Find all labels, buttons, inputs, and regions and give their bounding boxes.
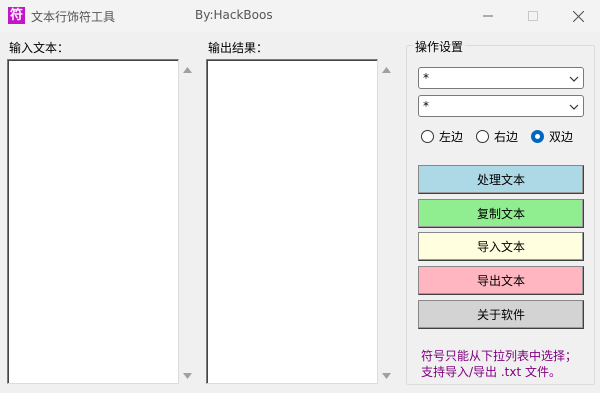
- radio-both-circle[interactable]: [531, 129, 544, 143]
- scroll-up-icon[interactable]: [179, 61, 196, 78]
- window-title: 文本行饰符工具: [31, 10, 116, 24]
- scroll-up-icon[interactable]: [378, 61, 395, 78]
- scroll-down-icon[interactable]: [179, 367, 196, 384]
- radio-left-circle[interactable]: [421, 129, 434, 143]
- symbol-select-2[interactable]: *: [418, 95, 584, 117]
- maximize-button[interactable]: [510, 0, 556, 32]
- radio-both-label: 双边: [549, 129, 574, 144]
- export-text-button[interactable]: 导出文本: [418, 266, 584, 295]
- symbol-select-2-value: *: [423, 99, 429, 113]
- chevron-down-icon: [569, 73, 579, 87]
- maximize-icon: [528, 11, 538, 21]
- hint-text-line2: 支持导入/导出 .txt 文件。: [421, 365, 561, 379]
- author-credit: By:HackBoos: [195, 8, 273, 22]
- close-icon: [572, 10, 584, 22]
- output-result-label: 输出结果：: [208, 41, 269, 55]
- minimize-button[interactable]: [465, 0, 511, 32]
- symbol-select-1-value: *: [423, 71, 429, 85]
- input-text-label: 输入文本：: [9, 41, 70, 55]
- radio-right-circle[interactable]: [476, 129, 489, 143]
- radio-left[interactable]: 左边: [421, 128, 463, 144]
- radio-both[interactable]: 双边: [531, 128, 573, 144]
- radio-right[interactable]: 右边: [476, 128, 518, 144]
- hint-text-line1: 符号只能从下拉列表中选择；: [421, 349, 578, 363]
- copy-text-button[interactable]: 复制文本: [418, 199, 584, 228]
- radio-left-label: 左边: [439, 129, 464, 144]
- app-window: 符 文本行饰符工具 By:HackBoos 输入文本： 输出结果： 操作设置 *…: [0, 0, 600, 393]
- chevron-down-icon: [569, 101, 579, 115]
- title-bar[interactable]: 符 文本行饰符工具 By:HackBoos: [0, 0, 600, 32]
- radio-right-label: 右边: [494, 129, 519, 144]
- about-software-button[interactable]: 关于软件: [418, 300, 584, 329]
- process-text-button[interactable]: 处理文本: [418, 165, 584, 194]
- settings-group-title: 操作设置: [413, 38, 466, 55]
- input-scrollbar[interactable]: [179, 59, 196, 384]
- app-logo-icon: 符: [8, 7, 25, 24]
- close-button[interactable]: [555, 0, 600, 32]
- minimize-icon: [483, 15, 493, 17]
- symbol-select-1[interactable]: *: [418, 67, 584, 89]
- output-textarea[interactable]: [206, 59, 378, 384]
- input-textarea[interactable]: [7, 59, 179, 384]
- scroll-down-icon[interactable]: [378, 367, 395, 384]
- output-scrollbar[interactable]: [378, 59, 395, 384]
- import-text-button[interactable]: 导入文本: [418, 232, 584, 261]
